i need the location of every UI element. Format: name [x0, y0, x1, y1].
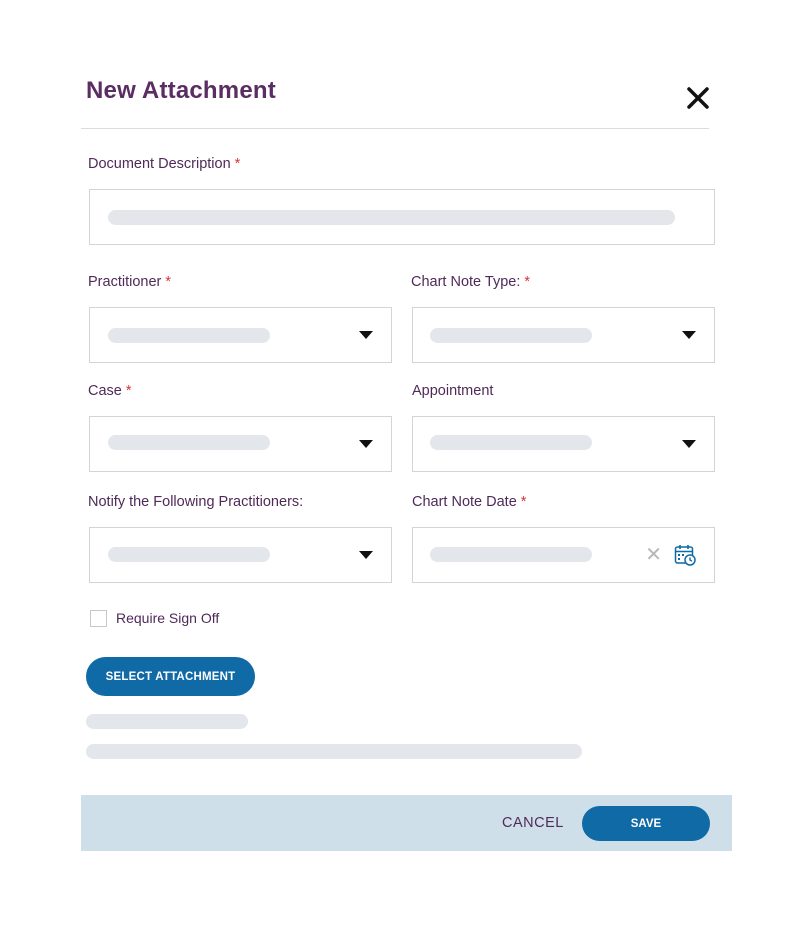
- chart-note-date-input[interactable]: ✕: [412, 527, 715, 583]
- require-sign-off-label: Require Sign Off: [116, 610, 220, 626]
- placeholder-skeleton: [430, 547, 592, 562]
- required-mark: *: [165, 274, 171, 290]
- document-description-label: Document Description *: [88, 156, 241, 172]
- dialog-title: New Attachment: [86, 77, 276, 104]
- header-divider: [81, 128, 709, 129]
- required-mark: *: [520, 494, 527, 510]
- document-description-input[interactable]: [89, 189, 715, 245]
- notify-practitioners-select[interactable]: [89, 527, 392, 583]
- caret-down-icon[interactable]: [682, 331, 696, 339]
- chart-note-date-label: Chart Note Date *: [412, 494, 527, 510]
- placeholder-skeleton: [430, 435, 592, 450]
- case-select[interactable]: [89, 416, 392, 472]
- practitioner-select[interactable]: [89, 307, 392, 363]
- select-attachment-button[interactable]: SELECT ATTACHMENT: [86, 657, 255, 696]
- close-icon[interactable]: [684, 84, 712, 112]
- required-mark: *: [524, 274, 531, 290]
- clear-icon[interactable]: ✕: [645, 542, 662, 568]
- caret-down-icon[interactable]: [359, 551, 373, 559]
- placeholder-skeleton: [108, 210, 675, 225]
- save-button[interactable]: SAVE: [582, 806, 710, 841]
- practitioner-label: Practitioner *: [88, 274, 171, 290]
- required-mark: *: [125, 383, 132, 399]
- placeholder-skeleton: [108, 435, 270, 450]
- calendar-icon[interactable]: [674, 544, 696, 566]
- caret-down-icon[interactable]: [359, 440, 373, 448]
- required-mark: *: [234, 156, 241, 172]
- cancel-button[interactable]: CANCEL: [502, 815, 564, 831]
- placeholder-skeleton: [108, 547, 270, 562]
- placeholder-skeleton: [108, 328, 270, 343]
- case-label: Case *: [88, 383, 132, 399]
- caret-down-icon[interactable]: [682, 440, 696, 448]
- attachment-skeleton-line: [86, 714, 248, 729]
- chart-note-type-label: Chart Note Type: *: [411, 274, 531, 290]
- caret-down-icon[interactable]: [359, 331, 373, 339]
- notify-practitioners-label: Notify the Following Practitioners:: [88, 494, 304, 510]
- placeholder-skeleton: [430, 328, 592, 343]
- attachment-skeleton-line: [86, 744, 582, 759]
- require-sign-off-checkbox[interactable]: [90, 610, 107, 627]
- appointment-label: Appointment: [412, 383, 494, 399]
- dialog-footer: CANCEL SAVE: [81, 795, 732, 851]
- appointment-select[interactable]: [412, 416, 715, 472]
- chart-note-type-select[interactable]: [412, 307, 715, 363]
